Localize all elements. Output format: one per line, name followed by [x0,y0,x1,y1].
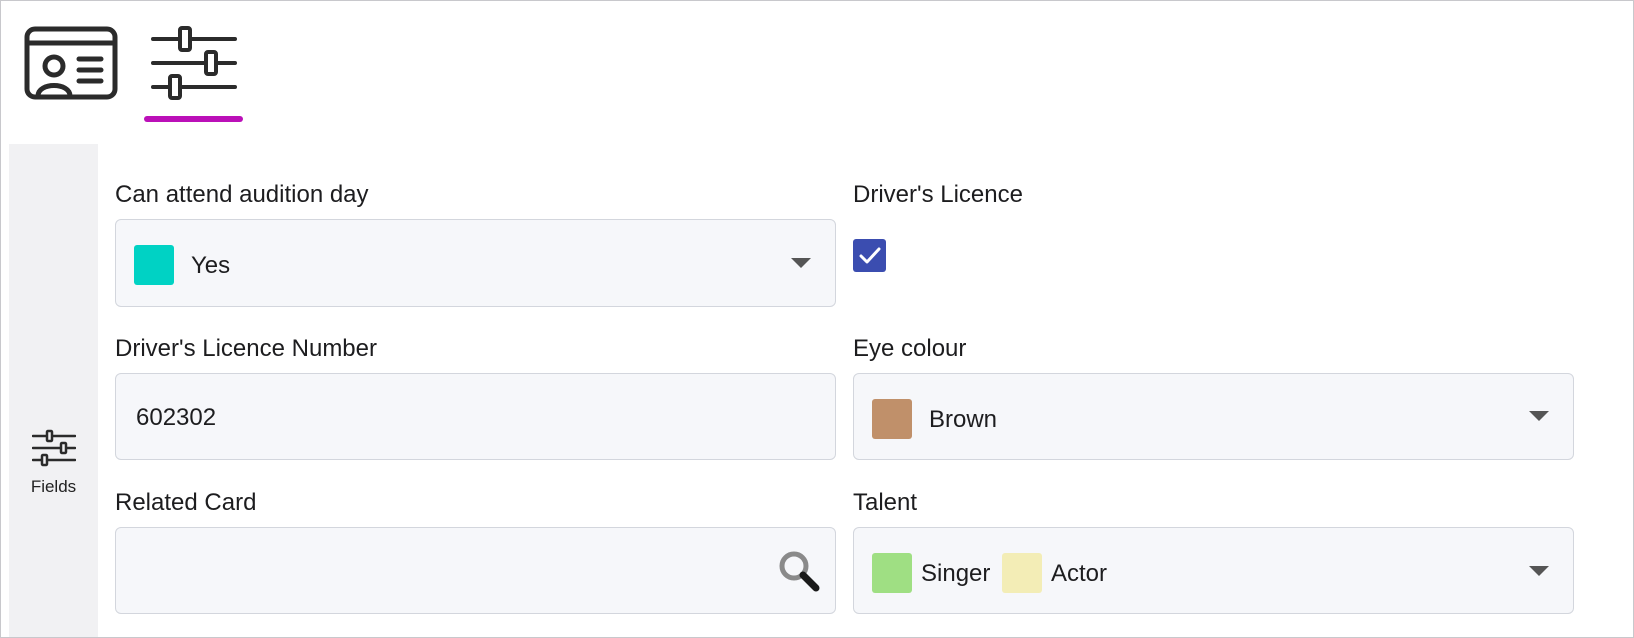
talent-value-actor: Actor [1051,560,1108,587]
related-card-label: Related Card [115,489,257,516]
chevron-down-icon [1529,411,1549,421]
talent-swatch-singer [872,553,912,593]
eye-colour-select[interactable]: Brown [853,373,1574,460]
eye-colour-value: Brown [929,406,998,433]
licence-label: Driver's Licence [853,181,1023,208]
related-card-field [115,527,836,614]
talent-select[interactable]: Singer Actor [853,527,1574,614]
eye-colour-label: Eye colour [853,335,967,362]
active-tab-indicator [144,116,243,122]
talent-swatch-actor [1002,553,1042,593]
attend-label: Can attend audition day [115,181,369,208]
talent-value-singer: Singer [921,560,991,587]
related-card-input[interactable] [134,556,734,588]
licence-number-label: Driver's Licence Number [115,335,377,362]
talent-label: Talent [853,489,918,516]
licence-number-input[interactable] [134,402,814,434]
eye-colour-swatch [872,399,912,439]
chevron-down-icon [1529,566,1549,576]
attend-color-swatch [134,245,174,285]
licence-checkbox[interactable] [853,239,886,272]
record-panel: Fields Can attend audition day Yes Drive… [0,0,1634,638]
checkmark-icon [859,247,880,263]
tab-card[interactable] [19,1,123,125]
sliders-icon [31,429,76,467]
tab-bar [1,1,1633,144]
search-icon [779,551,820,592]
attend-value: Yes [191,252,231,279]
rail-item-label: Fields [30,477,77,496]
side-rail: Fields [9,144,98,637]
rail-item-fields[interactable]: Fields [9,429,98,519]
chevron-down-icon [791,258,811,268]
tab-fields[interactable] [144,1,243,125]
id-card-icon [24,26,118,100]
related-card-search-button[interactable] [778,550,820,597]
licence-number-field [115,373,836,460]
attend-select[interactable]: Yes [115,219,836,307]
sliders-icon [150,26,237,100]
